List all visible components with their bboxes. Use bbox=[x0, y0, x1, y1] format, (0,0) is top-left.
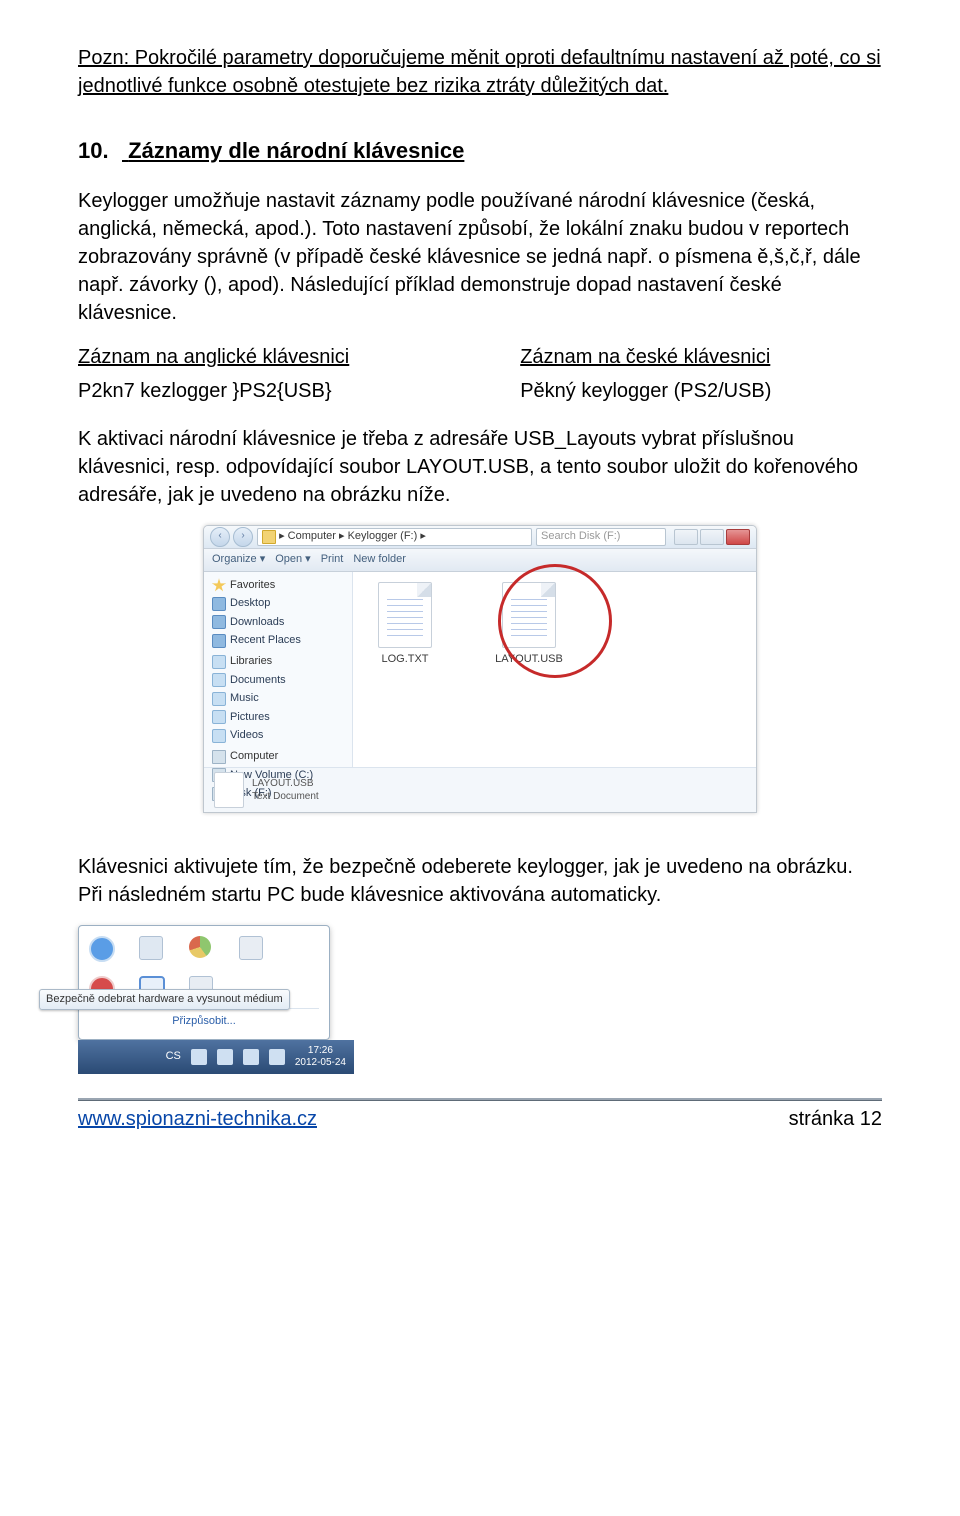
nav-arrows[interactable]: ‹ › bbox=[210, 527, 253, 547]
tray-icon[interactable] bbox=[139, 936, 163, 960]
footer-url[interactable]: www.spionazni-technika.cz bbox=[78, 1105, 317, 1133]
sidebar-item-music[interactable]: Music bbox=[212, 691, 344, 706]
paragraph-2: K aktivaci národní klávesnice je třeba z… bbox=[78, 425, 882, 509]
tray-icon[interactable] bbox=[239, 936, 263, 960]
music-icon bbox=[212, 692, 226, 706]
tray-expand-icon[interactable] bbox=[191, 1049, 207, 1065]
sample-english: P2kn7 kezlogger }PS2{USB} bbox=[78, 377, 520, 405]
section-heading: 10. Záznamy dle národní klávesnice bbox=[78, 136, 882, 167]
back-button[interactable]: ‹ bbox=[210, 527, 230, 547]
status-filetype: Text Document bbox=[252, 790, 319, 803]
bluetooth-icon[interactable] bbox=[89, 936, 115, 962]
sidebar-item-pictures[interactable]: Pictures bbox=[212, 710, 344, 725]
explorer-toolbar: Organize ▾ Open ▾ Print New folder bbox=[204, 549, 756, 572]
clock-date: 2012-05-24 bbox=[295, 1057, 346, 1069]
footer: www.spionazni-technika.cz stránka 12 bbox=[0, 1098, 960, 1143]
status-filename: LAYOUT.USB bbox=[252, 777, 319, 790]
sidebar-item-downloads[interactable]: Downloads bbox=[212, 615, 344, 630]
paragraph-1: Keylogger umožňuje nastavit záznamy podl… bbox=[78, 187, 882, 327]
sidebar-favorites[interactable]: Favorites bbox=[212, 578, 344, 593]
sidebar-item-recent[interactable]: Recent Places bbox=[212, 633, 344, 648]
network-icon[interactable] bbox=[189, 936, 211, 958]
file-label: LOG.TXT bbox=[381, 653, 428, 665]
sidebar-computer[interactable]: Computer bbox=[212, 749, 344, 764]
file-icon bbox=[214, 772, 244, 808]
col-header-english: Záznam na anglické klávesnici bbox=[78, 343, 520, 371]
tray-popup: Bezpečně odebrat hardware a vysunout méd… bbox=[78, 925, 330, 1040]
libraries-icon bbox=[212, 655, 226, 669]
highlight-circle-icon bbox=[498, 564, 612, 678]
organize-button[interactable]: Organize ▾ bbox=[212, 552, 265, 567]
clock[interactable]: 17:26 2012-05-24 bbox=[295, 1045, 346, 1069]
network-tray-icon[interactable] bbox=[243, 1049, 259, 1065]
sidebar-item-desktop[interactable]: Desktop bbox=[212, 596, 344, 611]
safely-remove-tooltip: Bezpečně odebrat hardware a vysunout méd… bbox=[39, 989, 290, 1010]
intro-note: Pozn: Pokročilé parametry doporučujeme m… bbox=[78, 44, 882, 100]
sidebar-item-videos[interactable]: Videos bbox=[212, 728, 344, 743]
videos-icon bbox=[212, 729, 226, 743]
breadcrumb[interactable]: ▸ Computer ▸ Keylogger (F:) ▸ bbox=[279, 529, 426, 544]
heading-text: Záznamy dle národní klávesnice bbox=[128, 138, 464, 163]
explorer-titlebar[interactable]: ‹ › ▸ Computer ▸ Keylogger (F:) ▸ Search… bbox=[204, 526, 756, 549]
computer-icon bbox=[212, 750, 226, 764]
paragraph-3: Klávesnici aktivujete tím, že bezpečně o… bbox=[78, 853, 882, 909]
file-item-log[interactable]: LOG.TXT bbox=[363, 582, 447, 667]
sound-icon[interactable] bbox=[269, 1049, 285, 1065]
pictures-icon bbox=[212, 710, 226, 724]
taskbar: CS 17:26 2012-05-24 bbox=[78, 1040, 354, 1074]
explorer-window: ‹ › ▸ Computer ▸ Keylogger (F:) ▸ Search… bbox=[203, 525, 757, 813]
clock-time: 17:26 bbox=[295, 1045, 346, 1057]
page-number: stránka 12 bbox=[789, 1105, 882, 1133]
documents-icon bbox=[212, 673, 226, 687]
close-button[interactable] bbox=[726, 529, 750, 545]
customize-link[interactable]: Přizpůsobit... bbox=[89, 1008, 319, 1029]
newfolder-button[interactable]: New folder bbox=[353, 552, 406, 567]
search-input[interactable]: Search Disk (F:) bbox=[536, 528, 666, 546]
downloads-icon bbox=[212, 615, 226, 629]
desktop-icon bbox=[212, 597, 226, 611]
heading-number: 10. bbox=[78, 136, 122, 167]
recent-icon bbox=[212, 634, 226, 648]
maximize-button[interactable] bbox=[700, 529, 724, 545]
star-icon bbox=[212, 578, 226, 592]
flag-icon[interactable] bbox=[217, 1049, 233, 1065]
forward-button[interactable]: › bbox=[233, 527, 253, 547]
textfile-icon bbox=[378, 582, 432, 648]
minimize-button[interactable] bbox=[674, 529, 698, 545]
footer-divider bbox=[78, 1098, 882, 1101]
sidebar-item-documents[interactable]: Documents bbox=[212, 673, 344, 688]
folder-icon bbox=[262, 530, 276, 544]
lang-indicator[interactable]: CS bbox=[166, 1049, 181, 1064]
open-button[interactable]: Open ▾ bbox=[275, 552, 311, 567]
col-header-czech: Záznam na české klávesnici bbox=[520, 343, 882, 371]
sidebar-libraries[interactable]: Libraries bbox=[212, 654, 344, 669]
explorer-sidebar: Favorites Desktop Downloads Recent Place… bbox=[204, 572, 353, 767]
sample-czech: Pěkný keylogger (PS2/USB) bbox=[520, 377, 882, 405]
file-list: LOG.TXT LAYOUT.USB bbox=[353, 572, 756, 767]
print-button[interactable]: Print bbox=[321, 552, 344, 567]
address-bar[interactable]: ▸ Computer ▸ Keylogger (F:) ▸ bbox=[257, 528, 532, 546]
